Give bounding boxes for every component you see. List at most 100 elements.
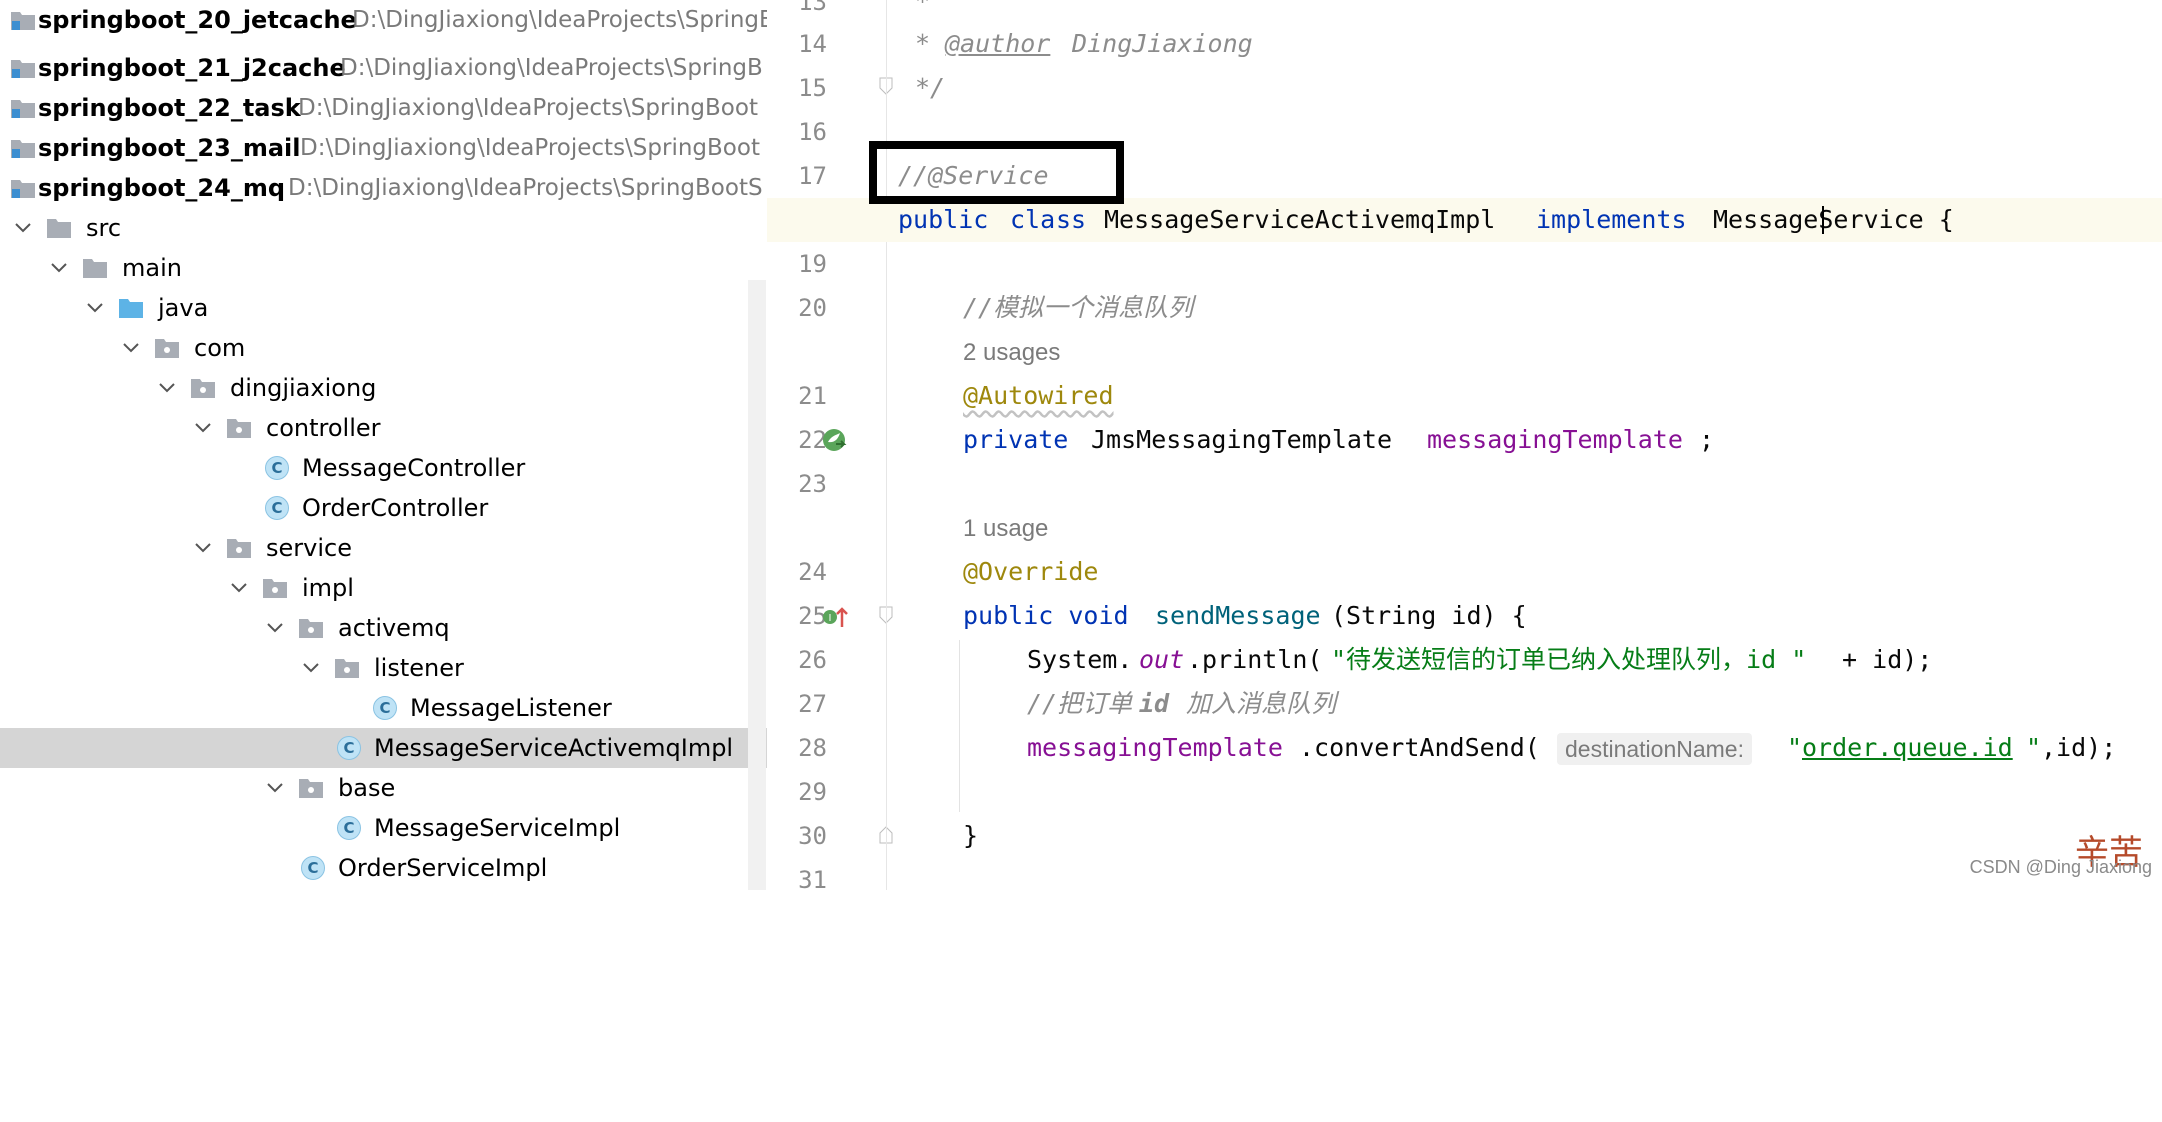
tree-label: listener [374,654,464,682]
class-icon-letter: C [337,736,361,760]
tree-node-impl[interactable]: impl [0,568,767,608]
package-icon [262,575,288,601]
tree-module-row[interactable]: springboot_20_jetcache D:\DingJiaxiong\I… [0,0,767,40]
usages-hint[interactable]: 1 usage [963,509,1048,549]
chevron-down-icon[interactable] [120,337,142,359]
highlight-annotation-box [869,141,1124,204]
code-line: //模拟一个消息队列 [767,286,2162,330]
package-icon [154,335,180,361]
tree-module-row[interactable]: springboot_24_mq D:\DingJiaxiong\IdeaPro… [0,168,767,208]
code-token: cla [1010,205,1056,234]
tree-label: src [86,214,122,242]
tree-label: MessageServiceImpl [374,814,621,842]
folder-icon [46,215,72,241]
project-tree-panel: springboot_20_jetcache D:\DingJiaxiong\I… [0,0,767,890]
package-icon [226,535,252,561]
tree-label: OrderController [302,494,489,522]
chevron-down-icon[interactable] [264,617,286,639]
tree-node-dingjiaxiong[interactable]: dingjiaxiong [0,368,767,408]
code-line: } [767,814,2162,858]
code-token: messagingTemplate [1027,733,1283,762]
code-token: DingJiaxiong [1057,29,1253,58]
tree-label: OrderServiceImpl [338,854,548,882]
tree-scrollbar[interactable] [748,280,766,890]
tree-node-activemq[interactable]: activemq [0,608,767,648]
module-path: D:\DingJiaxiong\IdeaProjects\SpringBoot [300,135,760,161]
chevron-down-icon[interactable] [156,377,178,399]
source-folder-icon [118,295,144,321]
tree-node-java[interactable]: java [0,288,767,328]
parameter-hint: destinationName: [1557,726,1760,770]
chevron-down-icon[interactable] [192,417,214,439]
module-path: D:\DingJiaxiong\IdeaProjects\SpringBoot [298,95,758,121]
tree-module-row[interactable]: springboot_22_task D:\DingJiaxiong\IdeaP… [0,88,767,128]
tree-node-class[interactable]: C OrderController [0,488,767,528]
code-token: * [915,29,946,58]
code-editor[interactable]: 13 14 15 16 17 18 19 20 21 22 23 24 25 2… [767,0,2162,894]
tree-node-main[interactable]: main [0,248,767,288]
text-caret [1822,206,1824,234]
code-line: @Autowired [767,374,2162,418]
module-path: D:\DingJiaxiong\IdeaProjects\SpringB [340,55,763,81]
tree-node-class-selected[interactable]: C MessageServiceActivemqImpl [0,728,767,768]
usages-hint[interactable]: 2 usages [963,333,1060,373]
class-icon-letter: C [301,856,325,880]
code-token: @Override [963,557,1099,586]
tree-module-row[interactable]: springboot_21_j2cache D:\DingJiaxiong\Id… [0,48,767,88]
package-icon [190,375,216,401]
class-icon-letter: C [337,816,361,840]
code-token: @author [945,29,1051,58]
code-token: JmsMessagingTemplate [1091,425,1408,454]
chevron-down-icon[interactable] [264,777,286,799]
tree-node-listener[interactable]: listener [0,648,767,688]
chevron-down-icon[interactable] [84,297,106,319]
code-token: 加入消息队列 [1171,689,1337,718]
chevron-down-icon[interactable] [192,537,214,559]
class-icon-letter: C [373,696,397,720]
code-token: } [963,821,979,850]
chevron-down-icon[interactable] [228,577,250,599]
tree-node-class[interactable]: C MessageServiceImpl [0,808,767,848]
tree-label: MessageServiceActivemqImpl [374,734,734,762]
package-icon [226,415,252,441]
module-name: springboot_20_jetcache [38,6,357,34]
code-token: ss [1056,205,1102,234]
code-line: */ [767,66,2162,110]
tree-label: com [194,334,246,362]
code-token: //把订单 [1027,689,1133,718]
tree-label: impl [302,574,354,602]
module-folder-icon [10,175,36,201]
code-token: @Autowired [963,381,1114,410]
code-token: id [1139,689,1170,718]
chevron-down-icon[interactable] [300,657,322,679]
code-token: * [915,0,931,16]
module-path: D:\DingJiaxiong\IdeaProjects\SpringBootS [288,175,763,201]
tree-node-controller[interactable]: controller [0,408,767,448]
module-name: springboot_22_task [38,94,301,122]
class-icon: C [264,455,290,481]
parameter-hint-label: destinationName: [1557,733,1752,765]
tree-label: controller [266,414,381,442]
code-token: " [2026,733,2042,762]
package-icon [298,615,324,641]
tree-node-class[interactable]: C OrderServiceImpl [0,848,767,888]
code-token: MessageServiceActivemqImpl [1104,205,1511,234]
tree-node-src[interactable]: src [0,208,767,248]
module-name: springboot_24_mq [38,174,286,202]
tree-node-class[interactable]: C MessageListener [0,688,767,728]
code-line: * [767,0,2162,24]
tree-module-row[interactable]: springboot_23_mail D:\DingJiaxiong\IdeaP… [0,128,767,168]
code-token: (String id) { [1331,601,1527,630]
module-folder-icon [10,95,36,121]
code-line: @Override [767,550,2162,594]
tree-node-base[interactable]: base [0,768,767,808]
tree-label: activemq [338,614,450,642]
chevron-down-icon[interactable] [48,257,70,279]
module-folder-icon [10,7,36,33]
chevron-down-icon[interactable] [12,217,34,239]
tree-node-service[interactable]: service [0,528,767,568]
tree-node-class[interactable]: C MessageController [0,448,767,488]
tree-node-com[interactable]: com [0,328,767,368]
code-token[interactable]: order.queue.id [1802,726,2013,770]
code-token: .convertAndSend( [1299,733,1540,762]
